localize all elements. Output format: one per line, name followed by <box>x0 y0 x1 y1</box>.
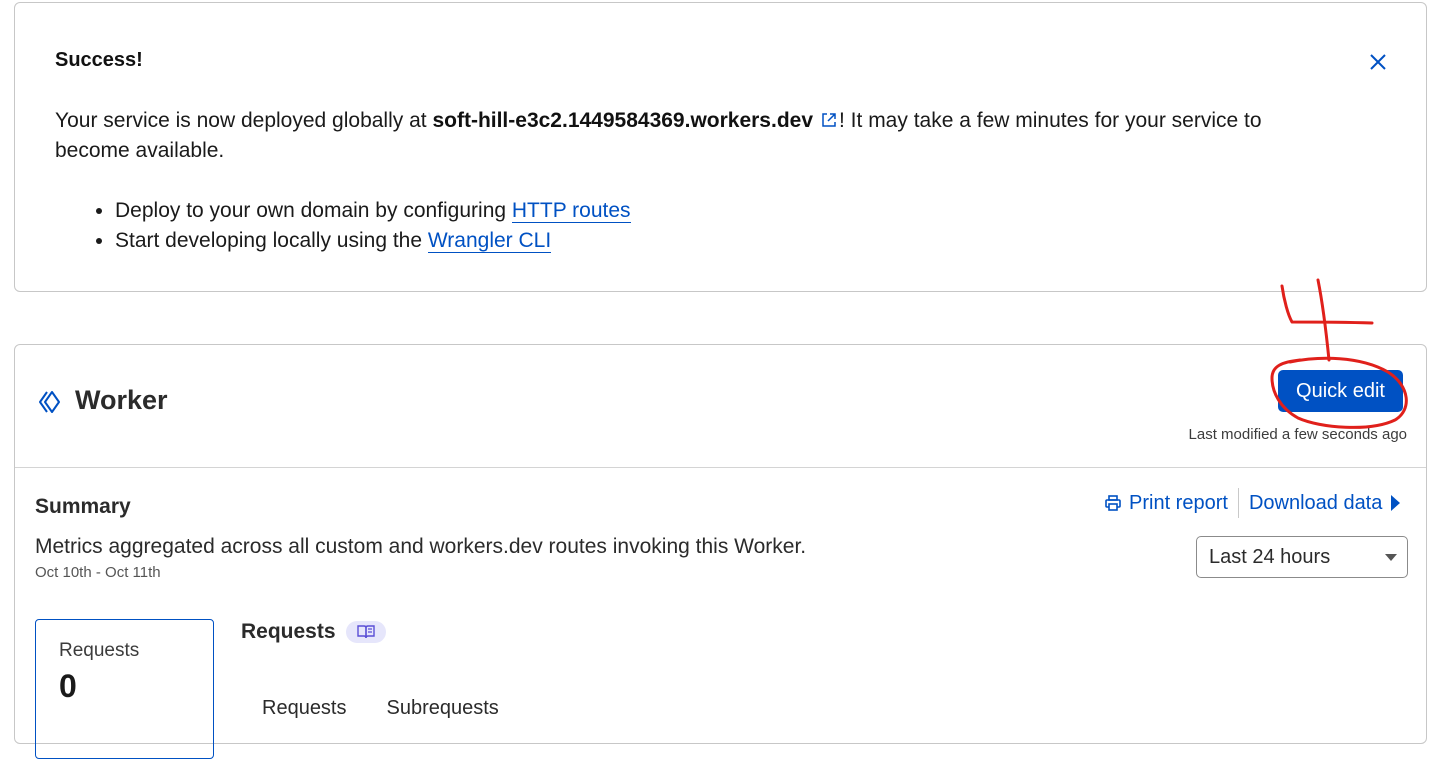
external-link-icon[interactable] <box>821 112 837 128</box>
metric-value: 0 <box>59 668 77 704</box>
requests-tabs: Requests Subrequests <box>262 697 539 720</box>
chevron-down-icon <box>1385 554 1397 561</box>
requests-metric-card[interactable]: Requests 0 <box>35 619 214 759</box>
quick-edit-button[interactable]: Quick edit <box>1278 370 1403 412</box>
printer-icon <box>1105 495 1121 511</box>
summary-description: Metrics aggregated across all custom and… <box>35 535 807 558</box>
next-steps-list: Deploy to your own domain by configuring… <box>95 196 631 256</box>
last-modified-text: Last modified a few seconds ago <box>1188 426 1407 443</box>
download-data-link[interactable]: Download data <box>1248 491 1401 515</box>
book-icon <box>356 625 375 639</box>
deploy-message: Your service is now deployed globally at… <box>55 106 1335 166</box>
workers-icon <box>39 391 60 413</box>
summary-actions: Print report Download data <box>1104 488 1401 518</box>
caret-right-icon <box>1391 495 1401 511</box>
list-item: Start developing locally using the Wrang… <box>115 226 631 256</box>
print-report-link[interactable]: Print report <box>1104 492 1228 515</box>
print-report-label: Print report <box>1129 491 1228 514</box>
metric-label: Requests <box>59 640 140 661</box>
download-data-label: Download data <box>1248 491 1383 514</box>
requests-heading: Requests <box>241 620 386 644</box>
bullet-text: Start developing locally using the <box>115 229 428 252</box>
bullet-text: Deploy to your own domain by configuring <box>115 199 512 222</box>
time-range-value: Last 24 hours <box>1209 546 1331 568</box>
message-prefix: Your service is now deployed globally at <box>55 109 433 132</box>
docs-badge[interactable] <box>345 621 386 643</box>
success-banner: Success! Your service is now deployed gl… <box>14 2 1427 292</box>
banner-title: Success! <box>55 49 143 71</box>
close-icon[interactable] <box>1367 51 1389 73</box>
list-item: Deploy to your own domain by configuring… <box>115 196 631 226</box>
deployed-host-link[interactable]: soft-hill-e3c2.1449584369.workers.dev <box>432 109 813 132</box>
requests-heading-label: Requests <box>241 620 336 643</box>
time-range-select[interactable]: Last 24 hours <box>1196 536 1408 578</box>
divider <box>1237 488 1239 518</box>
summary-title: Summary <box>35 495 131 518</box>
tab-requests[interactable]: Requests <box>262 697 347 720</box>
worker-card: Worker Quick edit Last modified a few se… <box>14 344 1427 759</box>
worker-title: Worker <box>75 385 168 415</box>
wrangler-cli-link[interactable]: Wrangler CLI <box>427 229 552 253</box>
date-range: Oct 10th - Oct 11th <box>35 564 161 581</box>
tab-subrequests[interactable]: Subrequests <box>387 697 499 720</box>
divider <box>15 467 1426 468</box>
http-routes-link[interactable]: HTTP routes <box>511 199 631 223</box>
